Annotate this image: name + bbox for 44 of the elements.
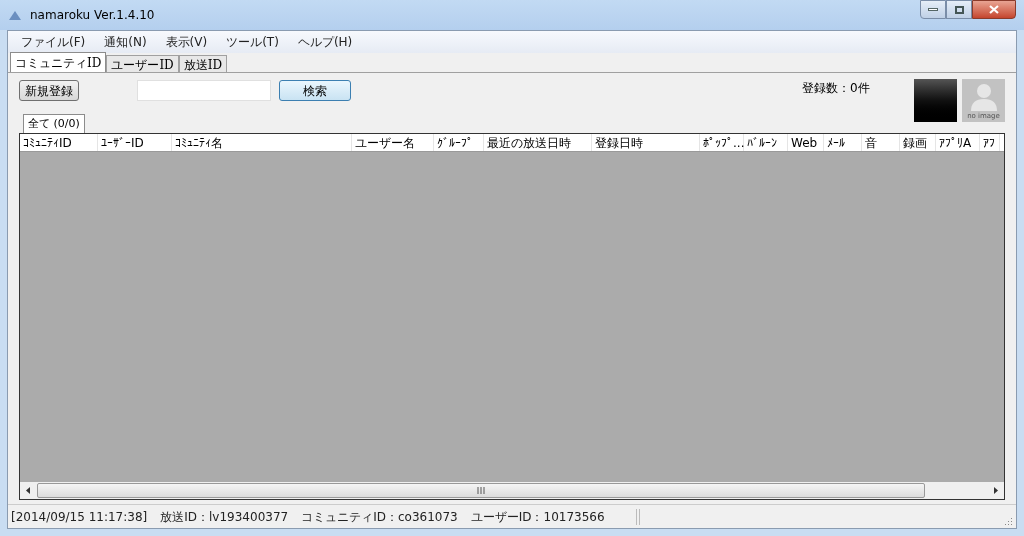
column-header[interactable]: ﾊﾞﾙｰﾝ <box>744 134 788 151</box>
column-header[interactable]: ｺﾐｭﾆﾃｨ名 <box>172 134 352 151</box>
minimize-button[interactable] <box>920 0 946 19</box>
app-icon <box>8 9 22 21</box>
maximize-button[interactable] <box>946 0 972 19</box>
search-field[interactable] <box>137 80 271 101</box>
column-header[interactable]: 音 <box>862 134 900 151</box>
status-text: [2014/09/15 11:17:38] <box>11 508 148 526</box>
menu-item[interactable]: ヘルプ(H) <box>288 33 362 51</box>
tab[interactable]: ユーザーID <box>106 55 179 72</box>
tab[interactable]: コミュニティID <box>10 52 107 72</box>
column-header[interactable]: ユーザー名 <box>352 134 434 151</box>
scrollbar-thumb[interactable] <box>37 483 925 498</box>
status-text: 放送ID：lv193400377 <box>160 508 289 526</box>
avatar-icon <box>968 81 999 111</box>
column-header[interactable]: ﾎﾟｯﾌﾟ... <box>700 134 744 151</box>
grip-icon <box>477 487 485 494</box>
status-text: コミュニティID：co361073 <box>301 508 458 526</box>
column-header[interactable]: ｱﾌ <box>980 134 1000 151</box>
column-header[interactable]: ｱﾌﾟﾘA <box>936 134 980 151</box>
registration-count: 登録数：0件 <box>802 80 870 97</box>
menu-item[interactable]: 通知(N) <box>95 33 156 51</box>
column-header[interactable]: 録画 <box>900 134 936 151</box>
column-header[interactable]: ｸﾞﾙｰﾌﾟ <box>434 134 484 151</box>
thumbnail <box>914 79 957 122</box>
tab[interactable]: 放送ID <box>178 55 228 72</box>
search-button[interactable]: 検索 <box>279 80 351 101</box>
menu-item[interactable]: 表示(V) <box>156 33 217 51</box>
new-registration-button[interactable]: 新規登録 <box>19 80 79 101</box>
window-title: namaroku Ver.1.4.10 <box>30 7 156 24</box>
column-header[interactable]: 登録日時 <box>592 134 700 151</box>
column-header[interactable]: Web <box>788 134 824 151</box>
column-header[interactable]: ﾕｰｻﾞｰID <box>98 134 172 151</box>
horizontal-scrollbar[interactable] <box>20 482 1004 499</box>
resize-grip-icon[interactable] <box>1003 516 1013 526</box>
column-header[interactable]: ﾒｰﾙ <box>824 134 862 151</box>
menu-item[interactable]: ツール(T) <box>217 33 288 51</box>
column-header[interactable]: 最近の放送日時 <box>484 134 592 151</box>
menu-item[interactable]: ファイル(F) <box>12 33 95 51</box>
status-text: ユーザーID：10173566 <box>470 508 605 526</box>
close-button[interactable] <box>972 0 1016 19</box>
column-header[interactable]: ｺﾐｭﾆﾃｨID <box>20 134 98 151</box>
list-tab[interactable]: 全て (0/0) <box>23 114 85 133</box>
close-icon <box>989 5 999 14</box>
